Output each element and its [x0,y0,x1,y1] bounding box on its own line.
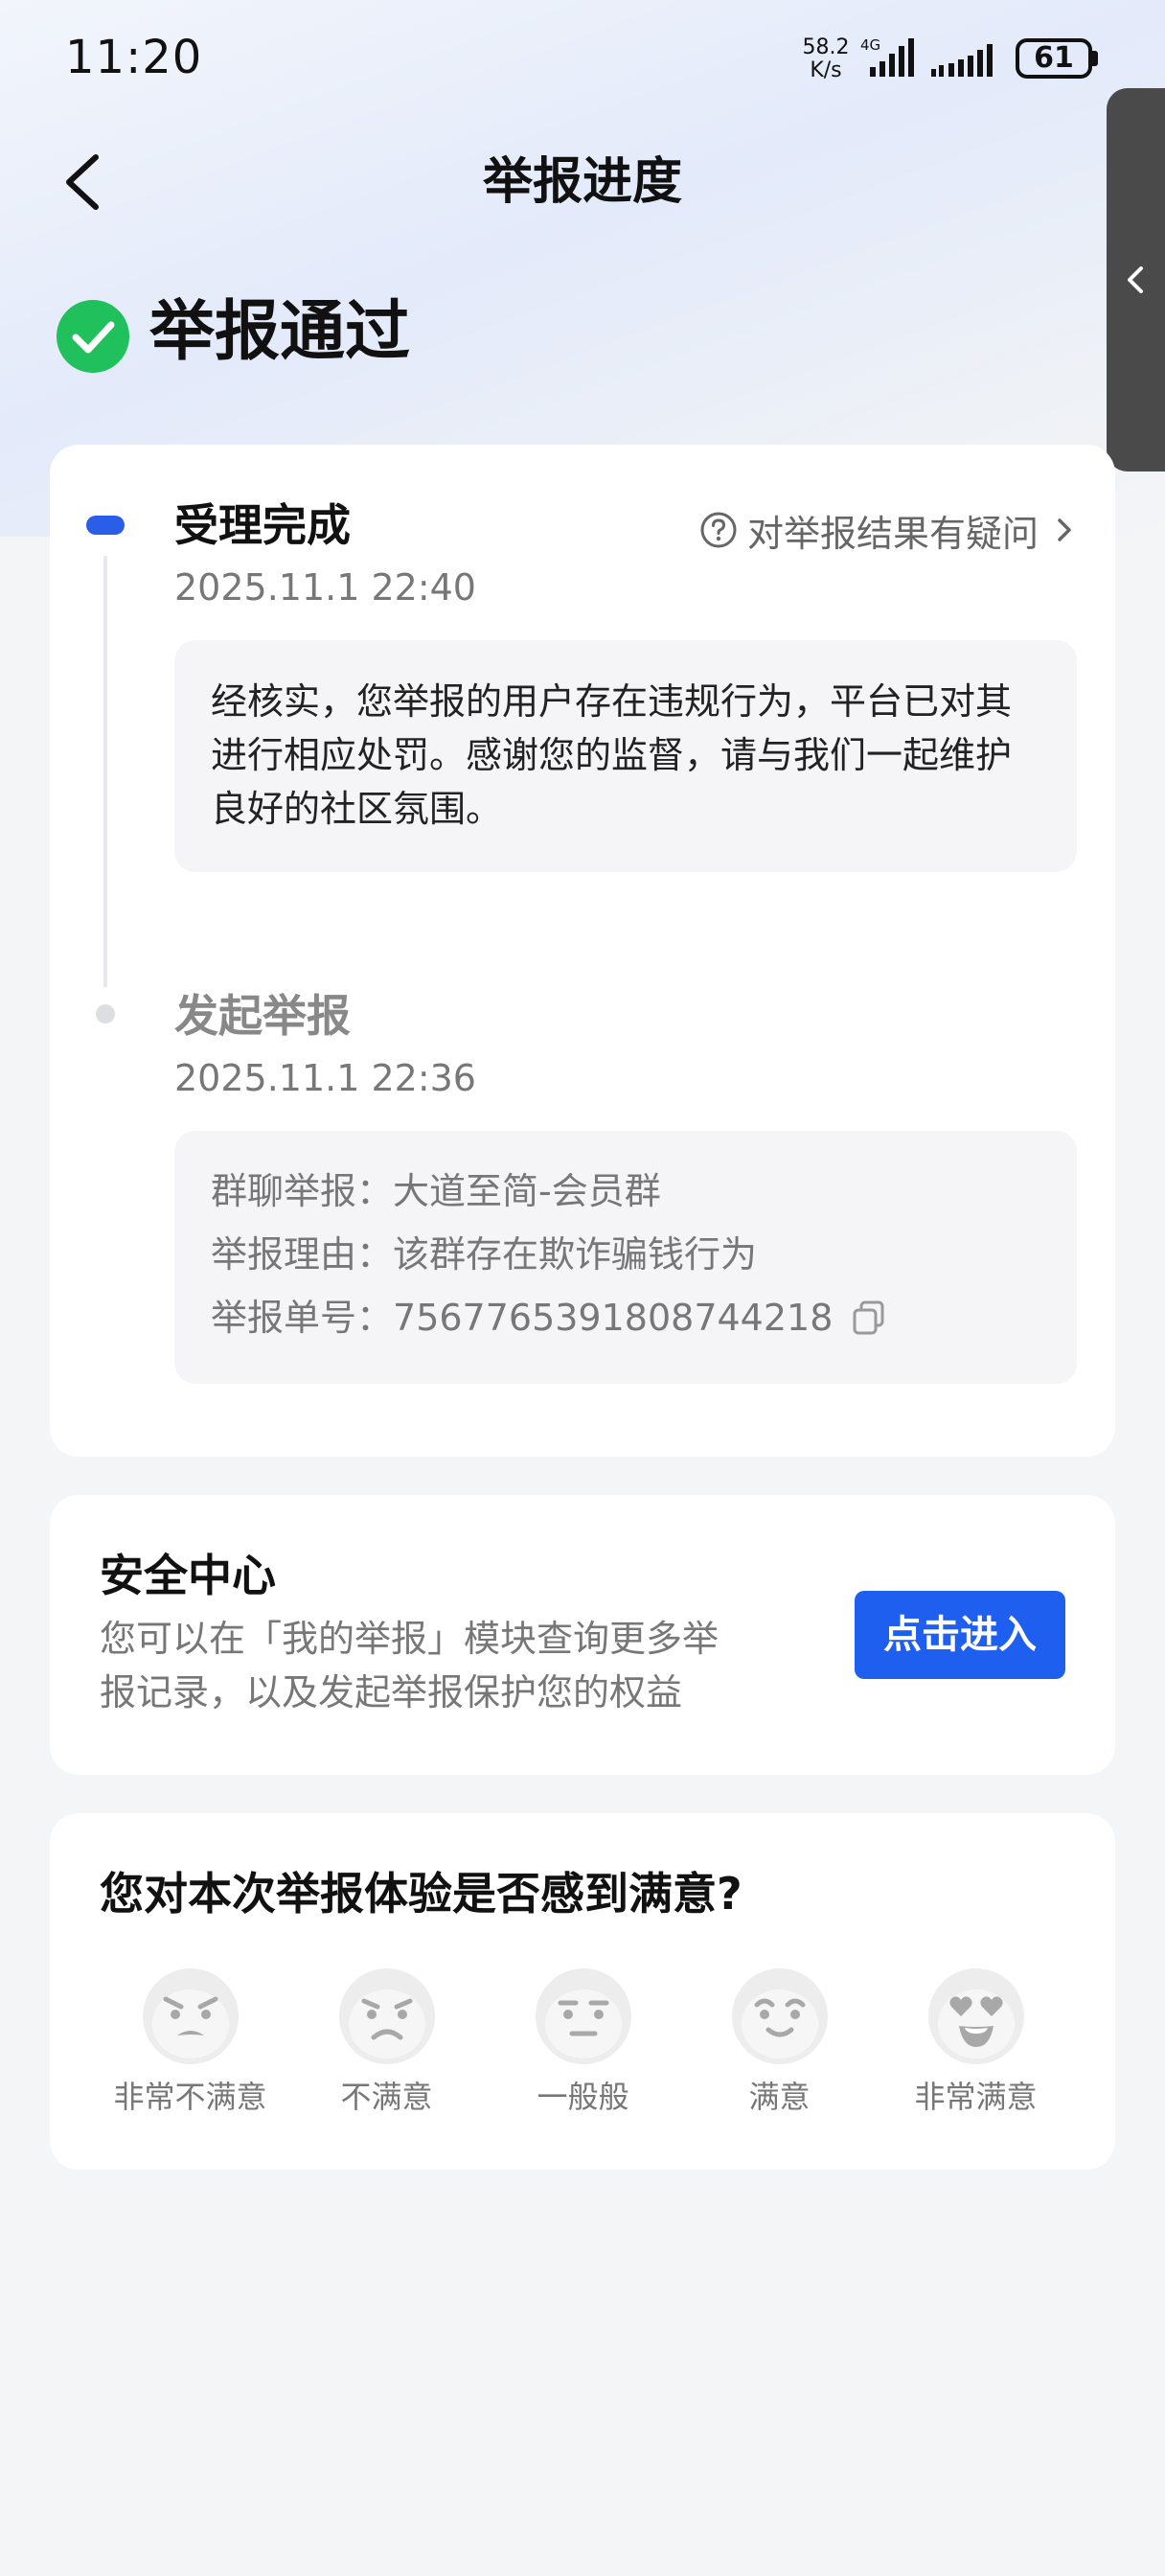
chevron-left-icon [1128,266,1143,293]
satisfaction-survey-card: 您对本次举报体验是否感到满意? 非常不满意 不满意 一般般 满意 非常满意 [50,1813,1115,2170]
question-result-link[interactable]: 对举报结果有疑问 [699,506,1077,555]
detail-row-report-id: 举报单号： 7567765391808744218 [211,1286,1040,1349]
network-speed-value: 58.2 [802,35,850,59]
rating-label: 满意 [748,2079,811,2115]
very-angry-face-icon [142,1968,239,2064]
report-details-box: 群聊举报： 大道至简-会员群 举报理由： 该群存在欺诈骗钱行为 举报单号： 75… [174,1131,1077,1384]
signal-bars-icon [931,44,993,77]
neutral-face-icon [535,1968,631,2064]
result-message-line: 进行相应处罚。感谢您的监督，请与我们一起维护 [211,734,1013,776]
battery-tip [1092,51,1098,66]
detail-row-group: 群聊举报： 大道至简-会员群 [211,1160,1040,1223]
network-type-label: 4G [860,36,880,54]
security-desc-line: 您可以在「我的举报」模块查询更多举 [100,1618,720,1660]
question-link-label: 对举报结果有疑问 [746,512,1039,555]
detail-value: 该群存在欺诈骗钱行为 [393,1233,758,1276]
copy-icon[interactable] [850,1299,888,1337]
battery-icon: 61 [1016,38,1092,79]
detail-label: 举报单号： [211,1297,394,1339]
detail-label: 举报理由： [211,1233,394,1276]
step-title-submitted: 发起举报 [174,990,351,1042]
status-time: 11:20 [65,31,203,84]
timeline-dot-inactive [96,1004,115,1024]
security-center-description: 您可以在「我的举报」模块查询更多举 报记录，以及发起举报保护您的权益 [100,1612,828,1719]
rating-very-satisfied[interactable]: 非常满意 [878,1966,1074,2118]
security-desc-line: 报记录，以及发起举报保护您的权益 [100,1671,683,1714]
result-message-box: 经核实，您举报的用户存在违规行为，平台已对其 进行相应处罚。感谢您的监督，请与我… [174,640,1077,872]
survey-question: 您对本次举报体验是否感到满意? [100,1868,742,1920]
status-bar: 11:20 58.2 K/s 4G 61 [0,0,1165,115]
question-circle-icon [700,512,737,548]
network-speed: 58.2 K/s [799,36,853,82]
progress-timeline-card: 受理完成 2025.11.1 22:40 对举报结果有疑问 经核实，您举报的用户… [50,445,1115,1457]
step-time-submitted: 2025.11.1 22:36 [174,1057,476,1099]
sad-face-icon [338,1968,435,2064]
chevron-right-icon [1058,518,1071,541]
result-message-line: 良好的社区氛围。 [211,788,503,830]
timeline-dot-active [86,516,125,535]
signal-4g-icon: 4G [860,36,914,77]
result-status: 举报通过 [149,294,411,370]
security-center-card: 安全中心 您可以在「我的举报」模块查询更多举 报记录，以及发起举报保护您的权益 … [50,1495,1115,1775]
step-time-completed: 2025.11.1 22:40 [174,566,476,609]
rating-label: 不满意 [340,2079,433,2115]
rating-satisfied[interactable]: 满意 [681,1966,878,2118]
timeline-line [103,556,107,987]
back-button[interactable] [57,144,115,220]
check-circle-icon [57,300,129,373]
rating-options: 非常不满意 不满意 一般般 满意 非常满意 [50,1966,1115,2120]
detail-value: 大道至简-会员群 [393,1170,661,1212]
enter-security-center-button[interactable]: 点击进入 [855,1591,1065,1679]
rating-neutral[interactable]: 一般般 [485,1966,681,2118]
step-title-completed: 受理完成 [174,499,351,551]
rating-label: 一般般 [537,2079,629,2115]
detail-row-reason: 举报理由： 该群存在欺诈骗钱行为 [211,1223,1040,1286]
heart-eyes-face-icon [927,1968,1024,2064]
detail-label: 群聊举报： [211,1170,394,1212]
smile-face-icon [731,1968,828,2064]
report-id-value: 7567765391808744218 [393,1297,834,1339]
back-arrow-icon [66,154,99,210]
rating-very-dissatisfied[interactable]: 非常不满意 [92,1966,288,2118]
rating-dissatisfied[interactable]: 不满意 [288,1966,485,2118]
result-message-line: 经核实，您举报的用户存在违规行为，平台已对其 [211,680,1013,723]
security-center-title: 安全中心 [100,1550,276,1601]
rating-label: 非常满意 [914,2079,1038,2115]
page-title: 举报进度 [482,153,682,211]
network-speed-unit: K/s [810,58,842,82]
rating-label: 非常不满意 [113,2079,267,2115]
